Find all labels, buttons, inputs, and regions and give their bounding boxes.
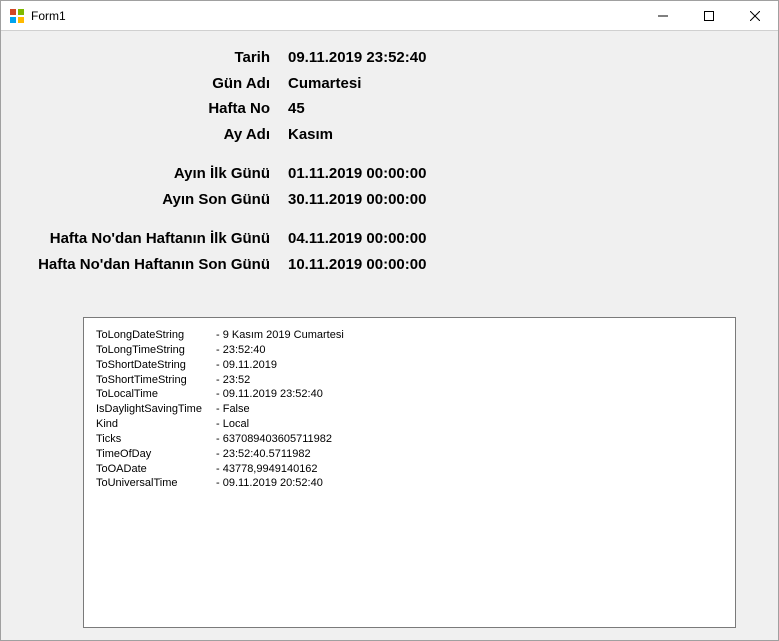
label-hafta-ilk-gunu: Hafta No'dan Haftanın İlk Günü xyxy=(13,226,288,252)
client-area: Tarih 09.11.2019 23:52:40 Gün Adı Cumart… xyxy=(1,31,778,640)
info-row-gun-adi: Gün Adı Cumartesi xyxy=(13,71,766,97)
window-controls xyxy=(640,1,778,30)
value-gun-adi: Cumartesi xyxy=(288,71,361,97)
label-ay-adi: Ay Adı xyxy=(13,122,288,148)
app-icon xyxy=(9,8,25,24)
detail-row: ToLongTimeString- 23:52:40 xyxy=(96,343,723,358)
value-ayin-ilk-gunu: 01.11.2019 00:00:00 xyxy=(288,161,426,187)
label-gun-adi: Gün Adı xyxy=(13,71,288,97)
info-block: Tarih 09.11.2019 23:52:40 Gün Adı Cumart… xyxy=(13,45,766,277)
detail-row: ToShortTimeString- 23:52 xyxy=(96,373,723,388)
detail-row: Ticks- 637089403605711982 xyxy=(96,432,723,447)
value-tarih: 09.11.2019 23:52:40 xyxy=(288,45,426,71)
minimize-button[interactable] xyxy=(640,1,686,30)
window: Form1 Tarih 09.11.2019 23:52:40 Gün Adı … xyxy=(0,0,779,641)
maximize-button[interactable] xyxy=(686,1,732,30)
info-row-ayin-son-gunu: Ayın Son Günü 30.11.2019 00:00:00 xyxy=(13,187,766,213)
detail-row: Kind- Local xyxy=(96,417,723,432)
info-row-hafta-son-gunu: Hafta No'dan Haftanın Son Günü 10.11.201… xyxy=(13,252,766,278)
detail-row: ToOADate- 43778,9949140162 xyxy=(96,462,723,477)
label-hafta-no: Hafta No xyxy=(13,96,288,122)
detail-row: ToLongDateString- 9 Kasım 2019 Cumartesi xyxy=(96,328,723,343)
details-textbox[interactable]: ToLongDateString- 9 Kasım 2019 Cumartesi… xyxy=(83,317,736,628)
info-row-tarih: Tarih 09.11.2019 23:52:40 xyxy=(13,45,766,71)
detail-row: IsDaylightSavingTime- False xyxy=(96,402,723,417)
label-ayin-ilk-gunu: Ayın İlk Günü xyxy=(13,161,288,187)
detail-row: ToLocalTime- 09.11.2019 23:52:40 xyxy=(96,387,723,402)
value-hafta-no: 45 xyxy=(288,96,305,122)
label-tarih: Tarih xyxy=(13,45,288,71)
detail-row: ToShortDateString- 09.11.2019 xyxy=(96,358,723,373)
titlebar: Form1 xyxy=(1,1,778,31)
window-title: Form1 xyxy=(31,9,640,23)
info-row-hafta-no: Hafta No 45 xyxy=(13,96,766,122)
info-row-hafta-ilk-gunu: Hafta No'dan Haftanın İlk Günü 04.11.201… xyxy=(13,226,766,252)
label-ayin-son-gunu: Ayın Son Günü xyxy=(13,187,288,213)
info-row-ayin-ilk-gunu: Ayın İlk Günü 01.11.2019 00:00:00 xyxy=(13,161,766,187)
label-hafta-son-gunu: Hafta No'dan Haftanın Son Günü xyxy=(13,252,288,278)
value-ayin-son-gunu: 30.11.2019 00:00:00 xyxy=(288,187,426,213)
value-ay-adi: Kasım xyxy=(288,122,333,148)
close-button[interactable] xyxy=(732,1,778,30)
detail-row: ToUniversalTime- 09.11.2019 20:52:40 xyxy=(96,476,723,491)
value-hafta-ilk-gunu: 04.11.2019 00:00:00 xyxy=(288,226,426,252)
value-hafta-son-gunu: 10.11.2019 00:00:00 xyxy=(288,252,426,278)
detail-row: TimeOfDay- 23:52:40.5711982 xyxy=(96,447,723,462)
info-row-ay-adi: Ay Adı Kasım xyxy=(13,122,766,148)
